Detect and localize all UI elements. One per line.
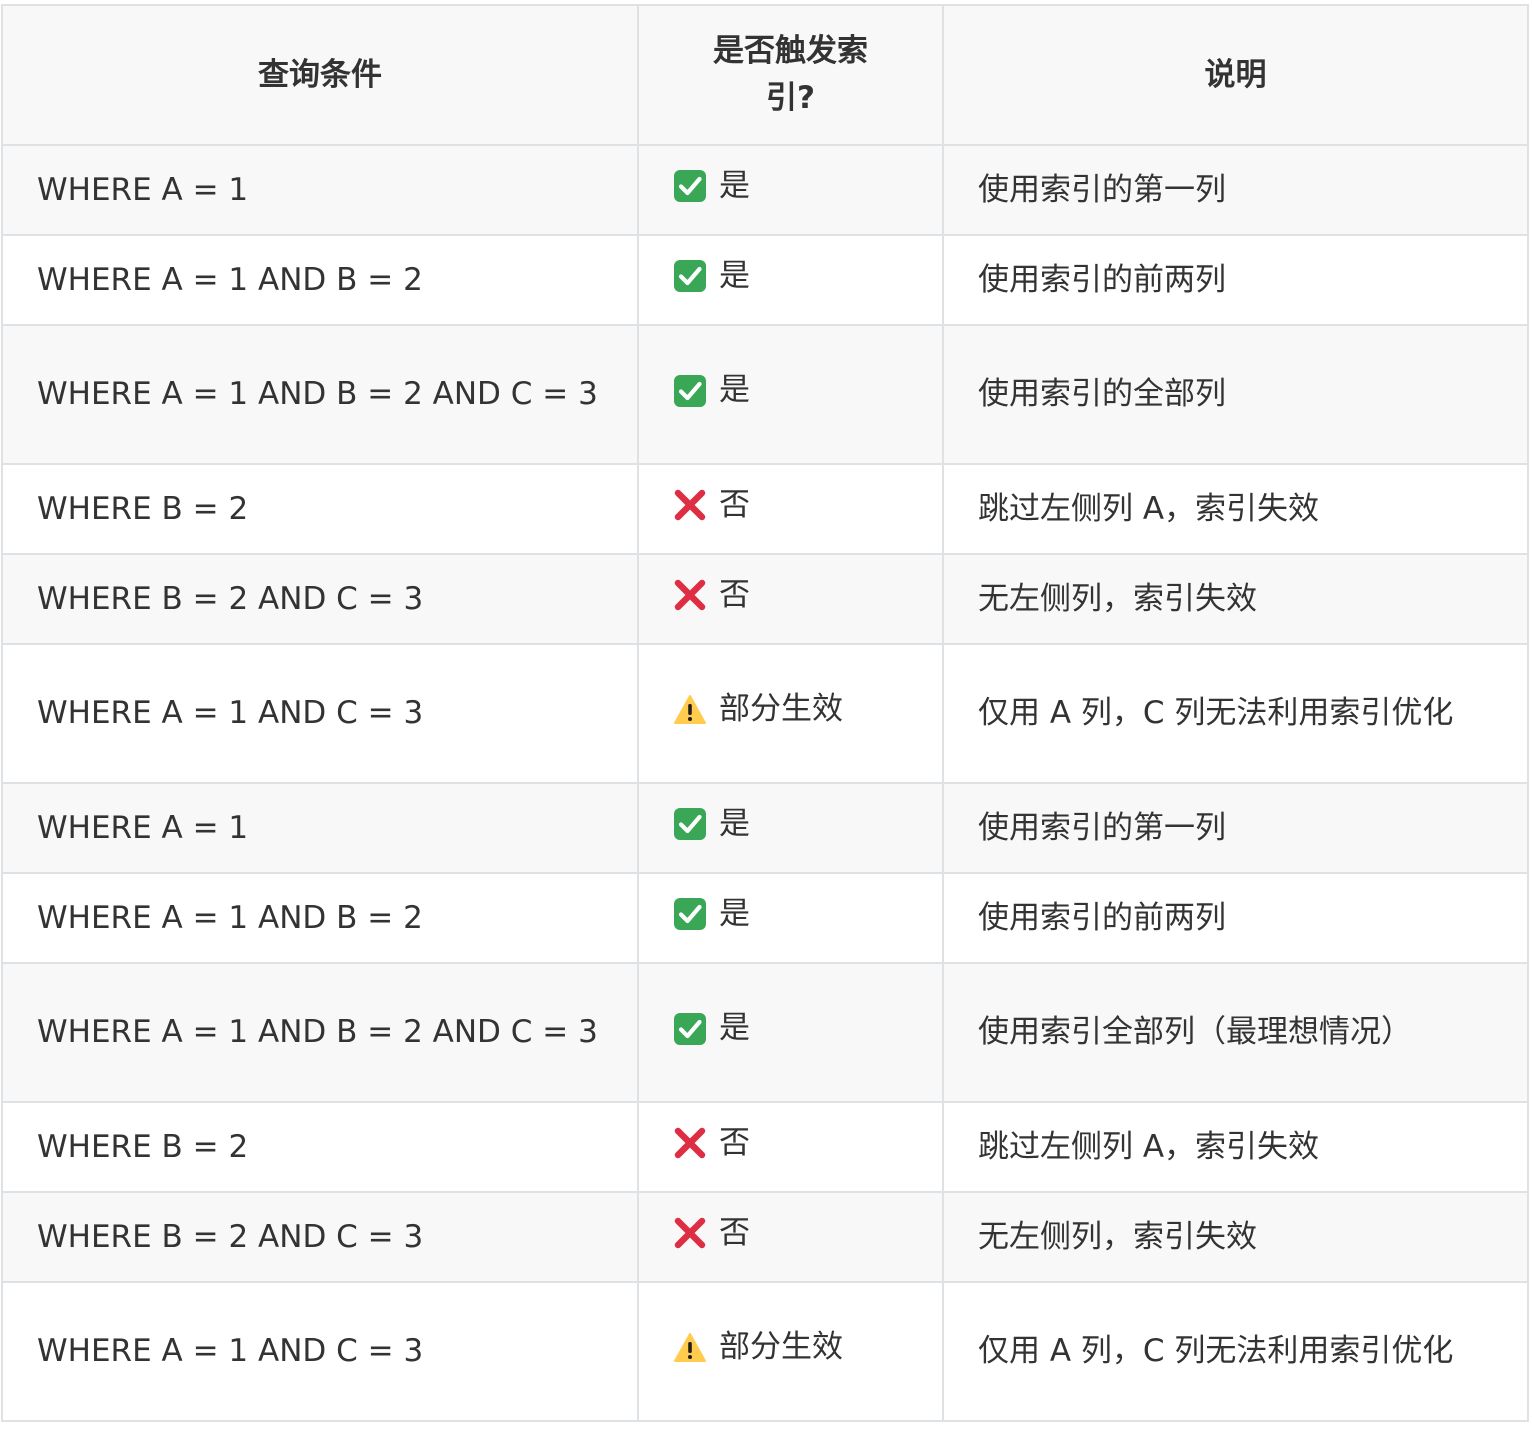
condition-cell: WHERE B = 2 AND C = 3 xyxy=(1,553,639,645)
index-usage-table: 查询条件 是否触发索引? 说明 WHERE A = 1 是使用索引的第一列 WHER… xyxy=(1,4,1529,1422)
table-row: WHERE A = 1 AND B = 2 是 使用索引的前两列 xyxy=(1,234,1529,326)
header-description: 说明 xyxy=(942,4,1529,146)
status-cell: 部分生效 xyxy=(637,1281,944,1422)
status-badge: 是 xyxy=(673,163,750,210)
status-label: 部分生效 xyxy=(719,1329,843,1366)
description-cell: 仅用 A 列，C 列无法利用索引优化 xyxy=(942,643,1529,784)
status-badge: 是 xyxy=(673,253,750,300)
table-row: WHERE A = 1 AND B = 2 是 使用索引的前两列 xyxy=(1,872,1529,964)
status-label: 是 xyxy=(719,895,750,932)
status-label: 否 xyxy=(719,576,750,613)
status-cell: 是 xyxy=(637,324,944,465)
table-body: WHERE A = 1 是使用索引的第一列 WHERE A = 1 AND B = … xyxy=(1,144,1529,1422)
table-row: WHERE B = 2 AND C = 3 否 无左侧列，索引失效 xyxy=(1,1191,1529,1283)
status-badge: 是 xyxy=(673,1005,750,1052)
condition-cell: WHERE A = 1 AND C = 3 xyxy=(1,1281,639,1422)
check-icon xyxy=(673,897,707,931)
status-cell: 是 xyxy=(637,144,944,236)
check-icon xyxy=(673,169,707,203)
table-header-row: 查询条件 是否触发索引? 说明 xyxy=(1,4,1529,146)
status-label: 是 xyxy=(719,167,750,204)
header-condition: 查询条件 xyxy=(1,4,639,146)
status-cell: 部分生效 xyxy=(637,643,944,784)
table-row: WHERE A = 1 AND B = 2 AND C = 3 是 使用索引的全部列 xyxy=(1,324,1529,465)
cross-icon xyxy=(673,488,707,522)
header-index-triggered: 是否触发索引? xyxy=(637,4,944,146)
condition-cell: WHERE B = 2 AND C = 3 xyxy=(1,1191,639,1283)
status-label: 否 xyxy=(719,1124,750,1161)
warning-icon xyxy=(673,1331,707,1365)
condition-cell: WHERE B = 2 xyxy=(1,1101,639,1193)
description-cell: 无左侧列，索引失效 xyxy=(942,553,1529,645)
status-badge: 部分生效 xyxy=(673,686,843,733)
status-cell: 否 xyxy=(637,553,944,645)
check-icon xyxy=(673,807,707,841)
status-badge: 否 xyxy=(673,572,750,619)
cross-icon xyxy=(673,1126,707,1160)
table-row: WHERE A = 1 是 使用索引的第一列 xyxy=(1,144,1529,236)
status-cell: 是 xyxy=(637,872,944,964)
status-cell: 是 xyxy=(637,962,944,1103)
table-row: WHERE A = 1 AND B = 2 AND C = 3 是 使用索引全部列（… xyxy=(1,962,1529,1103)
status-label: 部分生效 xyxy=(719,691,843,728)
condition-cell: WHERE B = 2 xyxy=(1,463,639,555)
description-cell: 跳过左侧列 A，索引失效 xyxy=(942,463,1529,555)
description-cell: 使用索引的前两列 xyxy=(942,234,1529,326)
description-cell: 使用索引全部列（最理想情况） xyxy=(942,962,1529,1103)
status-cell: 是 xyxy=(637,234,944,326)
condition-cell: WHERE A = 1 AND B = 2 xyxy=(1,234,639,326)
description-cell: 使用索引的全部列 xyxy=(942,324,1529,465)
condition-cell: WHERE A = 1 AND C = 3 xyxy=(1,643,639,784)
status-badge: 否 xyxy=(673,1210,750,1257)
status-label: 否 xyxy=(719,486,750,523)
cross-icon xyxy=(673,1216,707,1250)
description-cell: 使用索引的第一列 xyxy=(942,782,1529,874)
description-cell: 跳过左侧列 A，索引失效 xyxy=(942,1101,1529,1193)
condition-cell: WHERE A = 1 xyxy=(1,144,639,236)
table-row: WHERE A = 1 AND C = 3 部分生效 仅用 A 列，C 列无法利用索… xyxy=(1,1281,1529,1422)
status-badge: 否 xyxy=(673,482,750,529)
table-row: WHERE A = 1 是 使用索引的第一列 xyxy=(1,782,1529,874)
table-row: WHERE B = 2 否 跳过左侧列 A，索引失效 xyxy=(1,463,1529,555)
description-cell: 无左侧列，索引失效 xyxy=(942,1191,1529,1283)
status-label: 是 xyxy=(719,805,750,842)
status-badge: 部分生效 xyxy=(673,1324,843,1371)
status-badge: 是 xyxy=(673,891,750,938)
table-row: WHERE B = 2 否 跳过左侧列 A，索引失效 xyxy=(1,1101,1529,1193)
status-badge: 是 xyxy=(673,367,750,414)
check-icon xyxy=(673,259,707,293)
warning-icon xyxy=(673,693,707,727)
table-row: WHERE B = 2 AND C = 3 否 无左侧列，索引失效 xyxy=(1,553,1529,645)
condition-cell: WHERE A = 1 AND B = 2 xyxy=(1,872,639,964)
status-cell: 否 xyxy=(637,463,944,555)
status-label: 是 xyxy=(719,372,750,409)
status-badge: 是 xyxy=(673,801,750,848)
description-cell: 使用索引的第一列 xyxy=(942,144,1529,236)
condition-cell: WHERE A = 1 AND B = 2 AND C = 3 xyxy=(1,962,639,1103)
description-cell: 仅用 A 列，C 列无法利用索引优化 xyxy=(942,1281,1529,1422)
condition-cell: WHERE A = 1 xyxy=(1,782,639,874)
status-label: 是 xyxy=(719,1010,750,1047)
status-cell: 是 xyxy=(637,782,944,874)
status-label: 否 xyxy=(719,1214,750,1251)
status-cell: 否 xyxy=(637,1101,944,1193)
cross-icon xyxy=(673,578,707,612)
status-badge: 否 xyxy=(673,1120,750,1167)
status-cell: 否 xyxy=(637,1191,944,1283)
status-label: 是 xyxy=(719,257,750,294)
check-icon xyxy=(673,374,707,408)
table-row: WHERE A = 1 AND C = 3 部分生效 仅用 A 列，C 列无法利用索… xyxy=(1,643,1529,784)
condition-cell: WHERE A = 1 AND B = 2 AND C = 3 xyxy=(1,324,639,465)
description-cell: 使用索引的前两列 xyxy=(942,872,1529,964)
check-icon xyxy=(673,1012,707,1046)
